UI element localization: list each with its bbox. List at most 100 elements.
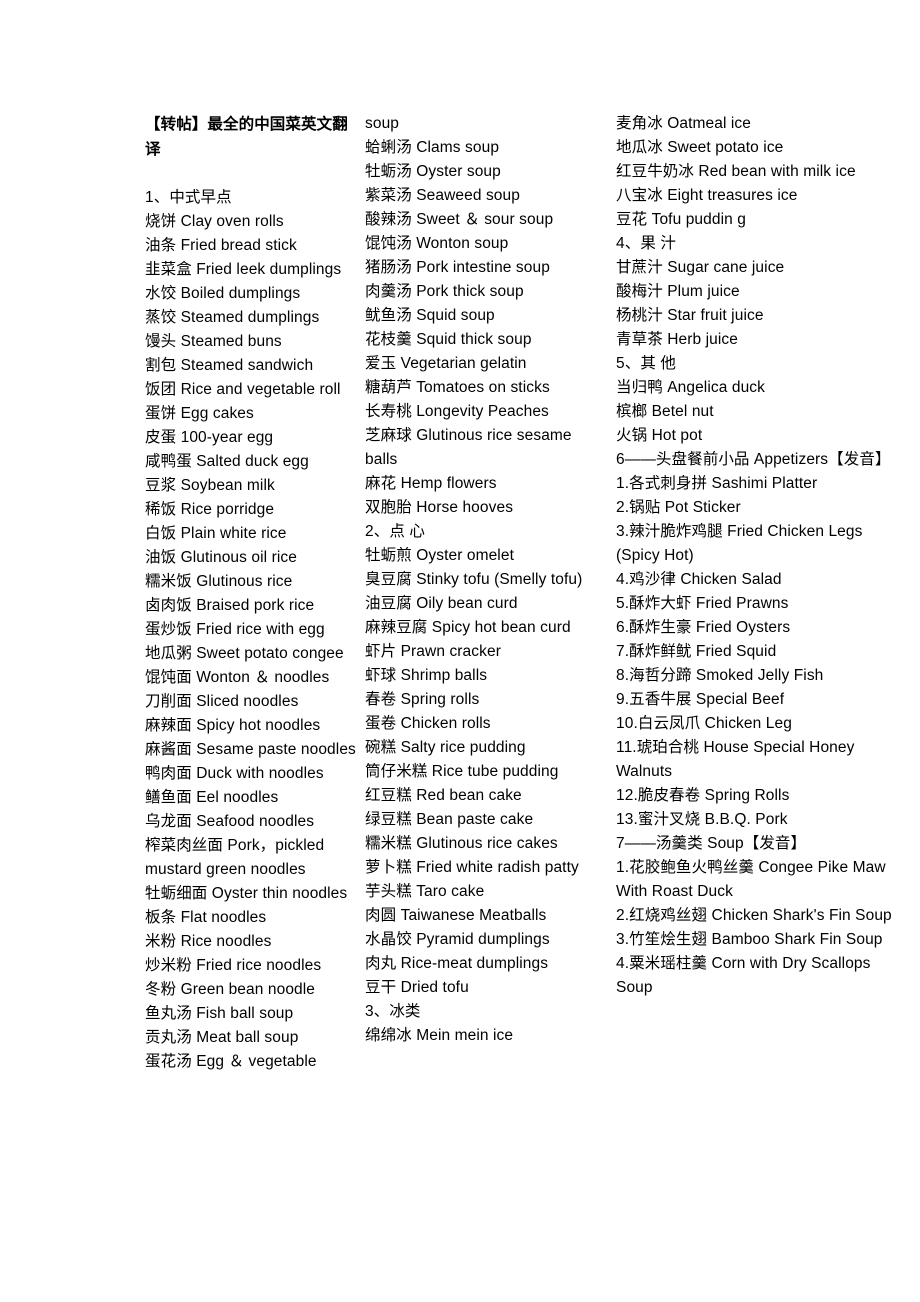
text-line: 8.海哲分蹄 Smoked Jelly Fish bbox=[616, 667, 824, 684]
column-3: 麦角冰 Oatmeal ice 地瓜冰 Sweet potato ice 红豆牛奶冰… bbox=[616, 112, 905, 1000]
text-line: 9.五香牛展 Special Beef bbox=[616, 691, 785, 708]
text-line: 豆花 Tofu puddin g bbox=[616, 211, 746, 228]
text-line: 麻辣面 Spicy hot noodles bbox=[145, 717, 321, 734]
text-line: 12.脆皮春卷 Spring Rolls bbox=[616, 787, 790, 804]
document-page: 【转帖】最全的中国菜英文翻译 1、中式早点 烧饼 Clay oven rolls 油条… bbox=[0, 0, 920, 1302]
text-line: 白饭 Plain white rice bbox=[145, 525, 287, 542]
text-line: 麦角冰 Oatmeal ice bbox=[616, 115, 752, 132]
text-line: 板条 Flat noodles bbox=[145, 909, 267, 926]
text-line: 槟榔 Betel nut bbox=[616, 403, 714, 420]
text-line: 卤肉饭 Braised pork rice bbox=[145, 597, 315, 614]
text-line: 肉丸 Rice-meat dumplings bbox=[365, 955, 549, 972]
text-line: 鱼丸汤 Fish ball soup bbox=[145, 1005, 294, 1022]
text-line: 水晶饺 Pyramid dumplings bbox=[365, 931, 550, 948]
text-line: 1、中式早点 bbox=[145, 189, 232, 206]
text-line: 酸梅汁 Plum juice bbox=[616, 283, 740, 300]
text-line: 馒头 Steamed buns bbox=[145, 333, 282, 350]
column-2: soup 蛤蜊汤 Clams soup 牡蛎汤 Oyster soup 紫菜汤 Sea… bbox=[365, 112, 616, 1048]
text-line: 蛋炒饭 Fried rice with egg bbox=[145, 621, 325, 638]
text-line: 双胞胎 Horse hooves bbox=[365, 499, 514, 516]
text-line: 油豆腐 Oily bean curd bbox=[365, 595, 518, 612]
text-line: 火锅 Hot pot bbox=[616, 427, 703, 444]
text-line: 5、其 他 bbox=[616, 355, 676, 372]
text-line: 地瓜粥 Sweet potato congee bbox=[145, 645, 344, 662]
text-line: 3.辣汁脆炸鸡腿 Fried Chicken Legs (Spicy Hot) bbox=[616, 523, 863, 564]
text-line: 11.琥珀合桃 House Special Honey Walnuts bbox=[616, 739, 855, 780]
text-line: 牡蛎汤 Oyster soup bbox=[365, 163, 501, 180]
text-line: 米粉 Rice noodles bbox=[145, 933, 272, 950]
text-line: 肉羹汤 Pork thick soup bbox=[365, 283, 524, 300]
text-line: 臭豆腐 Stinky tofu (Smelly tofu) bbox=[365, 571, 583, 588]
text-line: 猪肠汤 Pork intestine soup bbox=[365, 259, 550, 276]
text-line: 牡蛎细面 Oyster thin noodles bbox=[145, 885, 348, 902]
text-line: 麻花 Hemp flowers bbox=[365, 475, 497, 492]
text-line: 蛋饼 Egg cakes bbox=[145, 405, 254, 422]
text-line: 青草茶 Herb juice bbox=[616, 331, 738, 348]
text-line: 13.蜜汁叉烧 B.B.Q. Pork bbox=[616, 811, 788, 828]
text-line: 蛋卷 Chicken rolls bbox=[365, 715, 491, 732]
text-line: 6——头盘餐前小品 Appetizers【发音】 bbox=[616, 451, 891, 468]
text-line bbox=[145, 162, 357, 186]
text-line: 红豆糕 Red bean cake bbox=[365, 787, 522, 804]
text-line: 炒米粉 Fried rice noodles bbox=[145, 957, 322, 974]
text-line: 韭菜盒 Fried leek dumplings bbox=[145, 261, 342, 278]
text-line: 2.红烧鸡丝翅 Chicken Shark's Fin Soup bbox=[616, 907, 892, 924]
text-line: 牡蛎煎 Oyster omelet bbox=[365, 547, 514, 564]
text-line: 饭团 Rice and vegetable roll bbox=[145, 381, 341, 398]
text-line: 1.花胶鲍鱼火鸭丝羹 Congee Pike Maw With Roast Du… bbox=[616, 859, 886, 900]
text-line: 豆浆 Soybean milk bbox=[145, 477, 275, 494]
text-line: 烧饼 Clay oven rolls bbox=[145, 213, 284, 230]
text-line: soup bbox=[365, 115, 400, 132]
text-line: 馄饨汤 Wonton soup bbox=[365, 235, 509, 252]
text-line: 麻酱面 Sesame paste noodles bbox=[145, 741, 356, 758]
text-line: 馄饨面 Wonton ＆ noodles bbox=[145, 669, 330, 686]
text-line: 4.鸡沙律 Chicken Salad bbox=[616, 571, 782, 588]
text-line: 麻辣豆腐 Spicy hot bean curd bbox=[365, 619, 571, 636]
text-line: 糖葫芦 Tomatoes on sticks bbox=[365, 379, 550, 396]
text-line: 芋头糕 Taro cake bbox=[365, 883, 485, 900]
text-line: 4.粟米瑶柱羹 Corn with Dry Scallops Soup bbox=[616, 955, 871, 996]
text-line: 割包 Steamed sandwich bbox=[145, 357, 314, 374]
text-line: 10.白云凤爪 Chicken Leg bbox=[616, 715, 792, 732]
text-line: 杨桃汁 Star fruit juice bbox=[616, 307, 764, 324]
text-line: 萝卜糕 Fried white radish patty bbox=[365, 859, 579, 876]
text-line: 紫菜汤 Seaweed soup bbox=[365, 187, 520, 204]
text-line: 4、果 汁 bbox=[616, 235, 676, 252]
text-line: 皮蛋 100-year egg bbox=[145, 429, 274, 446]
text-line: 油条 Fried bread stick bbox=[145, 237, 297, 254]
text-line: 蒸饺 Steamed dumplings bbox=[145, 309, 320, 326]
text-line: 芝麻球 Glutinous rice sesame balls bbox=[365, 427, 572, 468]
text-line: 鸭肉面 Duck with noodles bbox=[145, 765, 324, 782]
text-line: 碗糕 Salty rice pudding bbox=[365, 739, 526, 756]
text-line: 糯米饭 Glutinous rice bbox=[145, 573, 293, 590]
text-line: 糯米糕 Glutinous rice cakes bbox=[365, 835, 558, 852]
text-line: 肉圆 Taiwanese Meatballs bbox=[365, 907, 547, 924]
text-line: 鱿鱼汤 Squid soup bbox=[365, 307, 495, 324]
text-columns-container: 【转帖】最全的中国菜英文翻译 1、中式早点 烧饼 Clay oven rolls 油条… bbox=[145, 112, 905, 1074]
text-line: 稀饭 Rice porridge bbox=[145, 501, 275, 518]
text-line: 当归鸭 Angelica duck bbox=[616, 379, 766, 396]
text-line: 爱玉 Vegetarian gelatin bbox=[365, 355, 527, 372]
text-line: 花枝羹 Squid thick soup bbox=[365, 331, 532, 348]
text-line: 长寿桃 Longevity Peaches bbox=[365, 403, 549, 420]
text-line: 3、冰类 bbox=[365, 1003, 421, 1020]
text-line: 贡丸汤 Meat ball soup bbox=[145, 1029, 299, 1046]
text-line: 甘蔗汁 Sugar cane juice bbox=[616, 259, 785, 276]
text-line: 7——汤羹类 Soup【发音】 bbox=[616, 835, 807, 852]
text-line: 筒仔米糕 Rice tube pudding bbox=[365, 763, 559, 780]
text-line: 春卷 Spring rolls bbox=[365, 691, 480, 708]
text-line: 3.竹笙烩生翅 Bamboo Shark Fin Soup bbox=[616, 931, 883, 948]
text-line: 冬粉 Green bean noodle bbox=[145, 981, 316, 998]
text-line: 红豆牛奶冰 Red bean with milk ice bbox=[616, 163, 856, 180]
text-line: 酸辣汤 Sweet ＆ sour soup bbox=[365, 211, 554, 228]
text-line: 虾片 Prawn cracker bbox=[365, 643, 501, 660]
text-line: 刀削面 Sliced noodles bbox=[145, 693, 299, 710]
text-line: 八宝冰 Eight treasures ice bbox=[616, 187, 798, 204]
text-line: 绿豆糕 Bean paste cake bbox=[365, 811, 534, 828]
text-line: 咸鸭蛋 Salted duck egg bbox=[145, 453, 309, 470]
text-line: 6.酥炸生豪 Fried Oysters bbox=[616, 619, 791, 636]
text-line: 1.各式刺身拼 Sashimi Platter bbox=[616, 475, 818, 492]
text-line: 5.酥炸大虾 Fried Prawns bbox=[616, 595, 789, 612]
text-line: 榨菜肉丝面 Pork，pickled mustard green noodles bbox=[145, 837, 325, 878]
text-line: 蛋花汤 Egg ＆ vegetable bbox=[145, 1053, 317, 1070]
